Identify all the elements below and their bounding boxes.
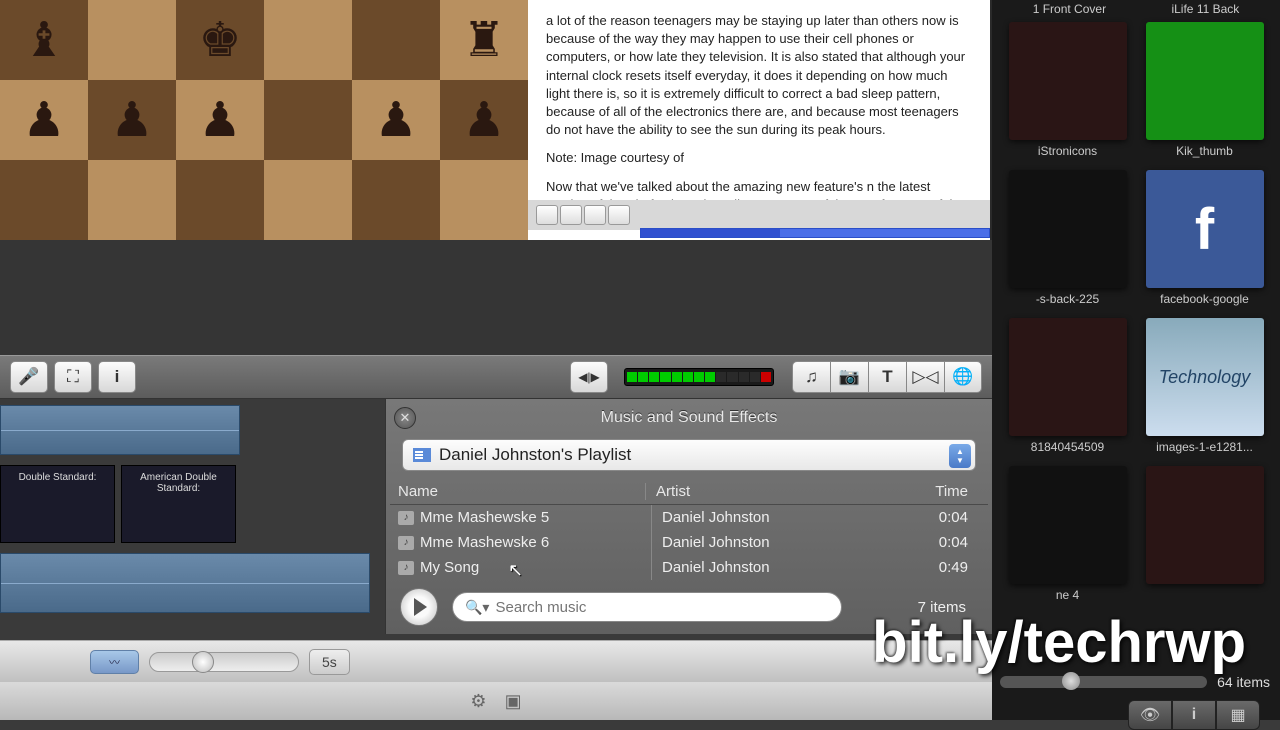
media-item[interactable]: Technology images-1-e1281... <box>1145 318 1264 454</box>
media-item[interactable] <box>1145 466 1264 602</box>
playlist-dropdown[interactable]: Daniel Johnston's Playlist ▲▼ <box>402 439 976 471</box>
music-file-icon: ♪ <box>398 536 414 550</box>
globe-tab-button[interactable]: 🌐 <box>944 361 982 393</box>
media-browser-sidebar: 1 Front Cover iLife 11 Back iStronicons K… <box>992 0 1280 720</box>
media-thumbnail[interactable] <box>1009 466 1127 584</box>
media-caption: 81840454509 <box>1031 440 1104 454</box>
media-caption: facebook-google <box>1160 292 1249 306</box>
thumbnail-size-slider[interactable] <box>1000 676 1207 688</box>
item-count: 7 items <box>918 599 978 616</box>
preview-button[interactable]: 👁 <box>1128 700 1172 730</box>
media-thumbnail[interactable] <box>1146 466 1264 584</box>
search-field[interactable]: 🔍▾ <box>452 592 842 622</box>
audio-waveform[interactable] <box>0 553 370 613</box>
playlist-name: Daniel Johnston's Playlist <box>439 445 631 465</box>
media-thumbnail[interactable] <box>1146 22 1264 140</box>
info-button[interactable]: i <box>1172 700 1216 730</box>
media-item[interactable]: f facebook-google <box>1145 170 1264 306</box>
crop-button[interactable]: ⛶ <box>54 361 92 393</box>
media-item[interactable]: Kik_thumb <box>1145 22 1264 158</box>
media-thumbnail[interactable] <box>1009 170 1127 288</box>
play-window-icon[interactable]: ▣ <box>505 691 522 712</box>
song-row[interactable]: ♪ Mme Mashewske 6 Daniel Johnston 0:04 <box>390 530 988 555</box>
document-toolbar <box>528 200 990 230</box>
chess-preview: ♝♚♜ ♟♟♟♟♟ defgh <box>0 0 528 240</box>
media-thumbnail[interactable]: Technology <box>1146 318 1264 436</box>
media-caption: images-1-e1281... <box>1156 440 1253 454</box>
slide-thumbnail[interactable]: American Double Standard: <box>121 465 236 543</box>
search-icon: 🔍▾ <box>465 599 489 616</box>
table-header[interactable]: Name Artist Time <box>390 479 988 505</box>
music-browser-panel: ✕ Music and Sound Effects Daniel Johnsto… <box>385 399 992 634</box>
text-tab-button[interactable]: T <box>868 361 906 393</box>
split-button[interactable]: ◀|▶ <box>570 361 608 393</box>
slide-thumbnail[interactable]: Double Standard: <box>0 465 115 543</box>
music-file-icon: ♪ <box>398 561 414 575</box>
info-button[interactable]: i <box>98 361 136 393</box>
media-item[interactable]: 81840454509 <box>1008 318 1127 454</box>
media-thumbnail[interactable]: f <box>1146 170 1264 288</box>
editor-toolbar: 🎤 ⛶ i ◀|▶ ♫ 📷 T ▷◁ 🌐 <box>0 355 992 399</box>
media-label: 1 Front Cover <box>1033 2 1106 16</box>
audio-meter <box>624 368 774 386</box>
progress-bar <box>640 228 990 238</box>
music-file-icon: ♪ <box>398 511 414 525</box>
photo-tab-button[interactable]: 📷 <box>830 361 868 393</box>
media-caption: Kik_thumb <box>1176 144 1233 158</box>
dropdown-arrows-icon: ▲▼ <box>949 444 971 468</box>
close-button[interactable]: ✕ <box>394 407 416 429</box>
clip-chip[interactable]: 〰 <box>90 650 139 674</box>
media-label: iLife 11 Back <box>1171 2 1239 16</box>
play-button[interactable] <box>400 588 438 626</box>
transition-tab-button[interactable]: ▷◁ <box>906 361 944 393</box>
system-tray: ⚙ ▣ <box>0 682 992 720</box>
playlist-icon <box>413 448 431 462</box>
timeline[interactable]: Double Standard: American Double Standar… <box>0 399 385 639</box>
zoom-bar: 〰 5s <box>0 640 992 682</box>
zoom-time: 5s <box>309 649 350 675</box>
music-tab-button[interactable]: ♫ <box>792 361 830 393</box>
song-row[interactable]: ♪ Mme Mashewske 5 Daniel Johnston 0:04 <box>390 505 988 530</box>
panel-title: Music and Sound Effects <box>601 409 778 427</box>
media-thumbnail[interactable] <box>1009 22 1127 140</box>
media-item[interactable]: -s-back-225 <box>1008 170 1127 306</box>
media-caption: -s-back-225 <box>1036 292 1099 306</box>
mic-button[interactable]: 🎤 <box>10 361 48 393</box>
media-count: 64 items <box>1217 674 1270 690</box>
media-item[interactable]: iStronicons <box>1008 22 1127 158</box>
media-caption: ne 4 <box>1056 588 1079 602</box>
search-input[interactable] <box>495 599 829 616</box>
song-row[interactable]: ♪ My Song Daniel Johnston 0:49 <box>390 555 988 580</box>
zoom-slider[interactable] <box>149 652 299 672</box>
grid-button[interactable]: ▦ <box>1216 700 1260 730</box>
media-item[interactable]: ne 4 <box>1008 466 1127 602</box>
gear-icon[interactable]: ⚙ <box>470 691 486 712</box>
audio-waveform[interactable] <box>0 405 240 455</box>
media-thumbnail[interactable] <box>1009 318 1127 436</box>
media-caption: iStronicons <box>1038 144 1097 158</box>
